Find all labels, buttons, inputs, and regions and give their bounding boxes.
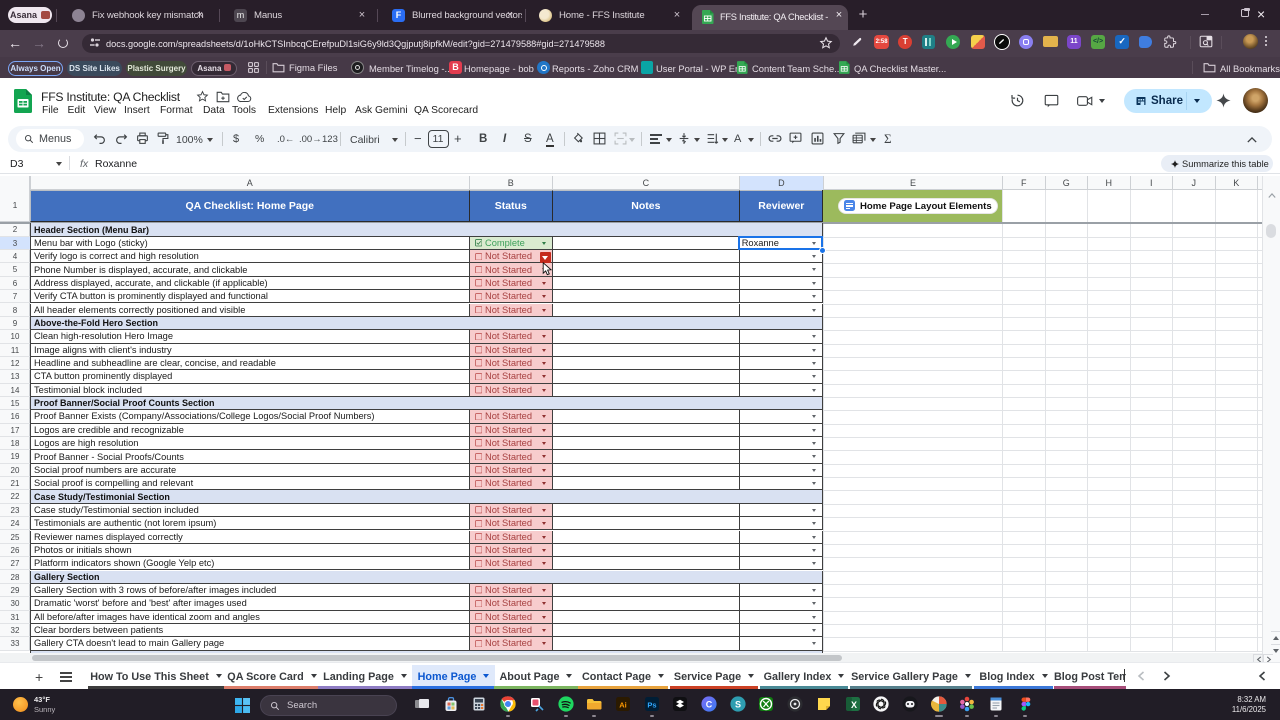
- svg-text:S: S: [735, 700, 741, 710]
- svg-text:Ps: Ps: [647, 701, 656, 710]
- svg-text:X: X: [850, 700, 856, 710]
- svg-text:C: C: [706, 700, 713, 710]
- svg-text:Ai: Ai: [619, 701, 627, 710]
